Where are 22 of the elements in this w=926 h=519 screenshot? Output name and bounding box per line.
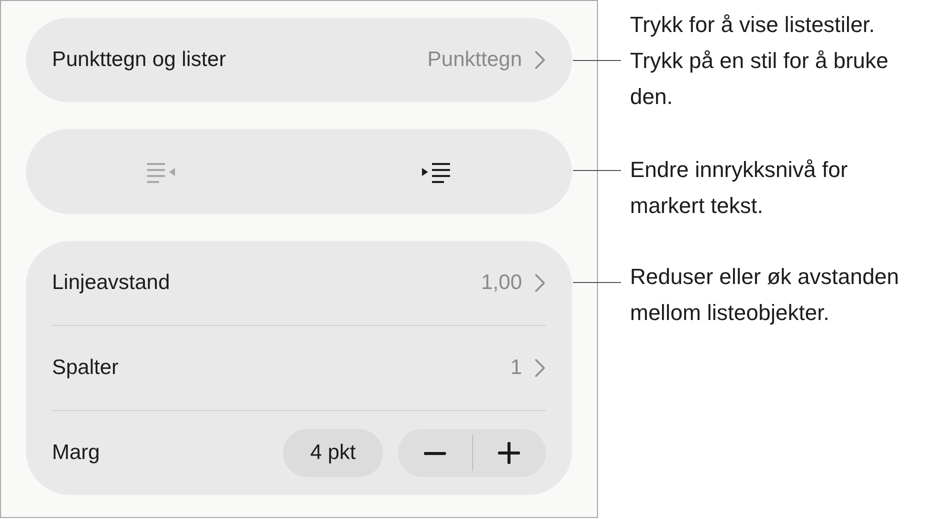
- row-label: Linjeavstand: [52, 270, 171, 296]
- settings-row[interactable]: Linjeavstand 1,00: [52, 241, 546, 325]
- callout-text: Endre innrykksnivå for markert tekst.: [630, 156, 849, 220]
- row-value: 1: [510, 355, 522, 382]
- leader-line: [573, 170, 621, 171]
- settings-row[interactable]: Punkttegn og lister Punkttegn: [26, 18, 572, 102]
- chevron-right-icon: [534, 358, 546, 378]
- chevron-right-icon: [534, 50, 546, 70]
- minus-icon: [424, 452, 446, 454]
- chevron-right-icon: [534, 273, 546, 293]
- leader-line: [573, 282, 621, 283]
- row-label: Marg: [52, 440, 100, 466]
- settings-row[interactable]: Spalter 1: [52, 326, 546, 410]
- callout-text: Trykk for å vise listestiler. Trykk på en stil for å bruke den.: [630, 11, 890, 111]
- row-value: 1,00: [481, 270, 522, 296]
- callout-text: Reduser eller øk avstanden mellom listeobjekter.: [630, 263, 900, 327]
- leader-line: [573, 60, 621, 61]
- plus-icon: [498, 442, 520, 464]
- value-pill: 4 pkt: [283, 429, 383, 477]
- row-label: Spalter: [52, 355, 120, 382]
- row-label: Punkttegn og lister: [52, 47, 227, 74]
- row-value: Punkttegn: [427, 47, 522, 74]
